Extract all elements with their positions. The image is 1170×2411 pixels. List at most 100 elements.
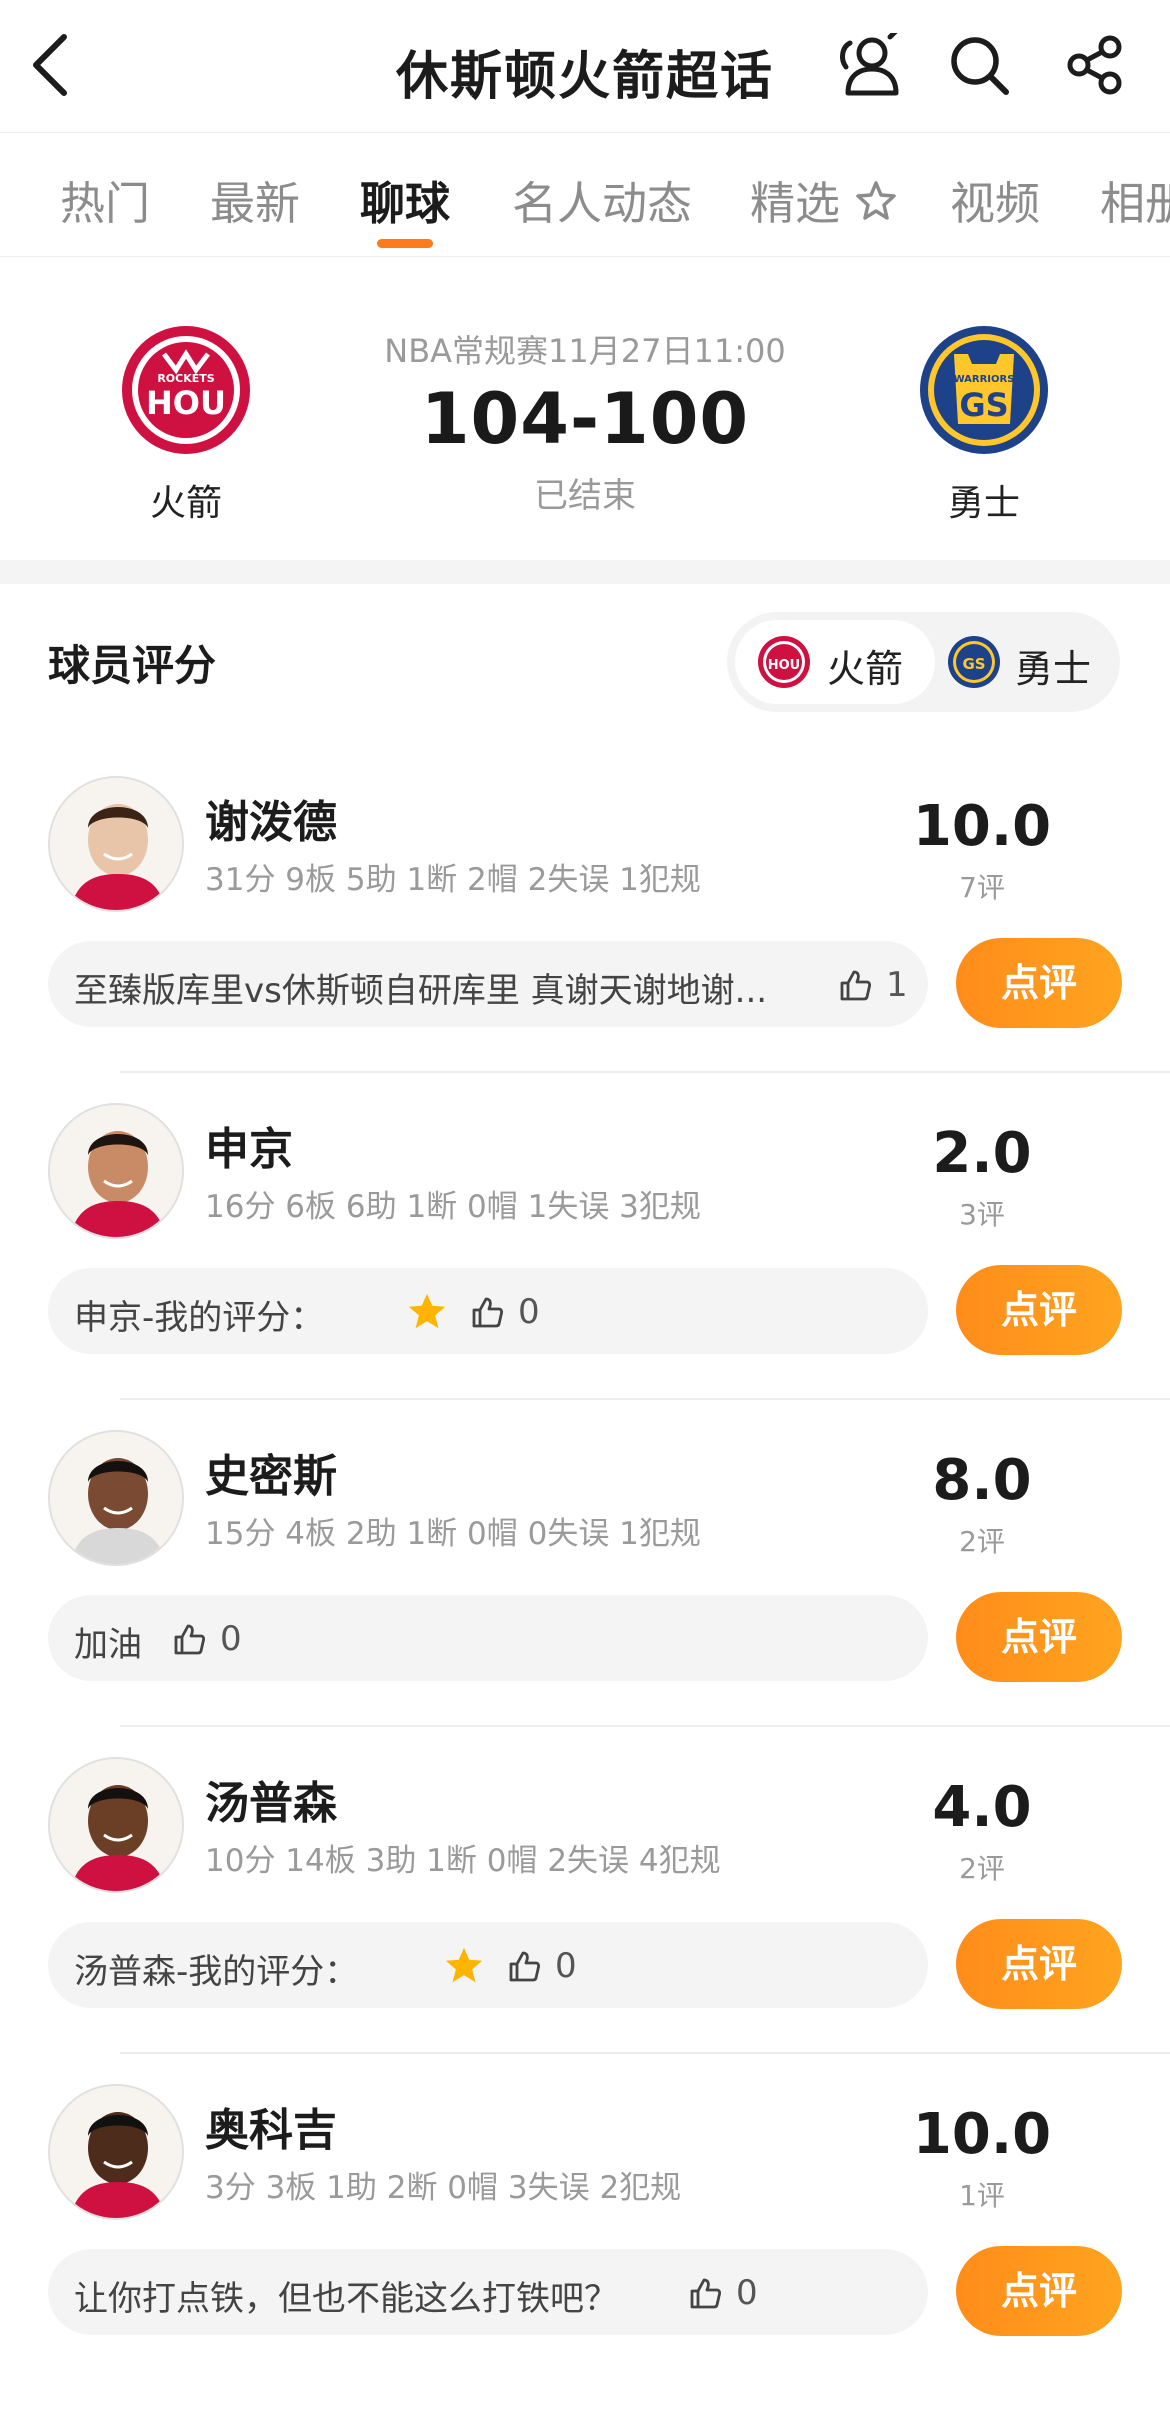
tab-chat[interactable]: 聊球: [360, 167, 450, 232]
top-comment-text: 汤普森-我的评分：: [74, 1952, 359, 1992]
top-comment[interactable]: 申京-我的评分： 0: [48, 1268, 928, 1354]
active-tab-indicator: [377, 239, 433, 248]
team-switcher: HOU 火箭 GS 勇士: [727, 612, 1120, 712]
row-divider: [120, 1071, 1170, 1073]
rockets-logo: ROCKETS HOU: [120, 324, 252, 456]
player-stats: 15分 4板 2助 1断 0帽 0失误 1犯规: [205, 1516, 701, 1552]
tab-video[interactable]: 视频: [950, 167, 1040, 232]
tab-hot[interactable]: 热门: [60, 167, 150, 232]
share-button[interactable]: [1060, 30, 1130, 100]
row-divider: [120, 1725, 1170, 1727]
comment-button[interactable]: 点评: [956, 2246, 1122, 2336]
player-avatar[interactable]: [48, 776, 184, 912]
player-name[interactable]: 申京: [205, 1113, 293, 1177]
like-button[interactable]: 0: [172, 1619, 242, 1659]
rating-count: 1评: [959, 2179, 1005, 2212]
player-row[interactable]: 奥科吉 3分 3板 1助 2断 0帽 3失误 2犯规 10.0 1评 让你打点铁…: [0, 2084, 1170, 2411]
player-name[interactable]: 谢泼德: [205, 786, 337, 850]
members-button[interactable]: [832, 30, 902, 100]
thumbs-up-icon: [472, 1297, 504, 1328]
like-button[interactable]: 0: [406, 1292, 540, 1332]
top-bar: 休斯顿火箭超话: [0, 0, 1170, 132]
like-button[interactable]: 1: [838, 965, 908, 1005]
top-comment[interactable]: 汤普森-我的评分： 0: [48, 1922, 928, 2008]
search-icon: [951, 37, 1009, 95]
match-league-time: NBA常规赛11月27日11:00: [384, 332, 786, 370]
like-count: 0: [736, 2273, 758, 2313]
player-avatar[interactable]: [48, 2084, 184, 2220]
thumbs-up-icon: [509, 1951, 541, 1982]
player-stats: 3分 3板 1助 2断 0帽 3失误 2犯规: [205, 2170, 682, 2206]
tab-featured[interactable]: 精选: [750, 167, 898, 232]
row-divider: [120, 1398, 1170, 1400]
player-row[interactable]: 谢泼德 31分 9板 5助 1断 2帽 2失误 1犯规 10.0 7评 至臻版库…: [0, 776, 1170, 1103]
thumbs-up-icon: [174, 1624, 206, 1655]
rating-count: 2评: [959, 1525, 1005, 1558]
top-comment-text: 让你打点铁，但也不能这么打铁吧？: [74, 2279, 618, 2319]
player-row[interactable]: 申京 16分 6板 6助 1断 0帽 1失误 3犯规 2.0 3评 申京-我的评…: [0, 1103, 1170, 1430]
warriors-mini-logo[interactable]: GS: [947, 635, 1001, 689]
thumbs-up-icon: [690, 2278, 722, 2309]
svg-text:GS: GS: [962, 655, 985, 673]
player-rating: 10.0: [912, 2102, 1052, 2167]
comment-button[interactable]: 点评: [956, 1592, 1122, 1682]
tab-featured-label: 精选: [750, 177, 841, 230]
player-row[interactable]: 史密斯 15分 4板 2助 1断 0帽 0失误 1犯规 8.0 2评 加油 0 …: [0, 1430, 1170, 1757]
like-count: 0: [220, 1619, 242, 1659]
like-count: 1: [886, 965, 908, 1005]
comment-button[interactable]: 点评: [956, 1919, 1122, 2009]
home-team-name: 火箭: [149, 483, 222, 524]
match-card[interactable]: ROCKETS HOU 火箭 NBA常规赛11月27日11:00 104-100…: [0, 278, 1170, 558]
player-name[interactable]: 奥科吉: [205, 2094, 337, 2158]
top-comment[interactable]: 至臻版库里vs休斯顿自研库里 真谢天谢地谢... 1: [48, 941, 928, 1027]
thumbs-up-icon: [840, 970, 872, 1001]
player-avatar[interactable]: [48, 1430, 184, 1566]
like-count: 0: [555, 1946, 577, 1986]
section-divider: [0, 560, 1170, 584]
team-switch-away-label[interactable]: 勇士: [1015, 638, 1091, 693]
top-comment-text: 加油: [74, 1625, 142, 1665]
match-status: 已结束: [534, 476, 636, 516]
player-name[interactable]: 汤普森: [205, 1767, 337, 1831]
comment-button[interactable]: 点评: [956, 1265, 1122, 1355]
player-stats: 16分 6板 6助 1断 0帽 1失误 3犯规: [205, 1189, 701, 1225]
player-rating: 10.0: [912, 794, 1052, 859]
top-comment[interactable]: 加油 0: [48, 1595, 928, 1681]
row-divider: [120, 2052, 1170, 2054]
top-comment-text: 申京-我的评分：: [74, 1298, 325, 1338]
like-button[interactable]: 0: [443, 1946, 577, 1986]
tab-bar: 热门 最新 聊球 名人动态 精选 视频 相册: [0, 132, 1170, 257]
rating-count: 2评: [959, 1852, 1005, 1885]
player-stats: 31分 9板 5助 1断 2帽 2失误 1犯规: [205, 862, 701, 898]
rockets-mini-logo: HOU: [757, 635, 811, 689]
player-rating: 4.0: [932, 1775, 1032, 1840]
away-team-name: 勇士: [947, 483, 1020, 524]
star-icon: [445, 1947, 483, 1983]
rating-count: 3评: [959, 1198, 1005, 1231]
player-avatar[interactable]: [48, 1103, 184, 1239]
featured-badge-icon: [856, 181, 897, 220]
player-rating: 2.0: [932, 1121, 1032, 1186]
player-row[interactable]: 汤普森 10分 14板 3助 1断 0帽 2失误 4犯规 4.0 2评 汤普森-…: [0, 1757, 1170, 2084]
share-icon: [1067, 35, 1122, 95]
rating-count: 7评: [959, 871, 1005, 904]
top-comment-text: 至臻版库里vs休斯顿自研库里 真谢天谢地谢...: [74, 971, 768, 1011]
team-switch-home[interactable]: HOU 火箭: [735, 620, 935, 704]
svg-text:HOU: HOU: [768, 658, 801, 673]
player-name[interactable]: 史密斯: [205, 1440, 337, 1504]
like-button[interactable]: 0: [688, 2273, 758, 2313]
svg-text:WARRIORS: WARRIORS: [954, 374, 1015, 385]
section-title: 球员评分: [48, 641, 217, 690]
tab-album[interactable]: 相册: [1100, 167, 1170, 232]
team-switch-home-label: 火箭: [827, 647, 904, 691]
comment-button[interactable]: 点评: [956, 938, 1122, 1028]
player-avatar[interactable]: [48, 1757, 184, 1893]
top-comment[interactable]: 让你打点铁，但也不能这么打铁吧？ 0: [48, 2249, 928, 2335]
search-button[interactable]: [944, 30, 1014, 100]
player-rating: 8.0: [932, 1448, 1032, 1513]
tab-celebrity[interactable]: 名人动态: [512, 167, 692, 232]
match-score: 104-100: [420, 378, 750, 460]
player-stats: 10分 14板 3助 1断 0帽 2失误 4犯规: [205, 1843, 721, 1879]
tab-latest[interactable]: 最新: [210, 167, 300, 232]
star-icon: [408, 1293, 446, 1329]
